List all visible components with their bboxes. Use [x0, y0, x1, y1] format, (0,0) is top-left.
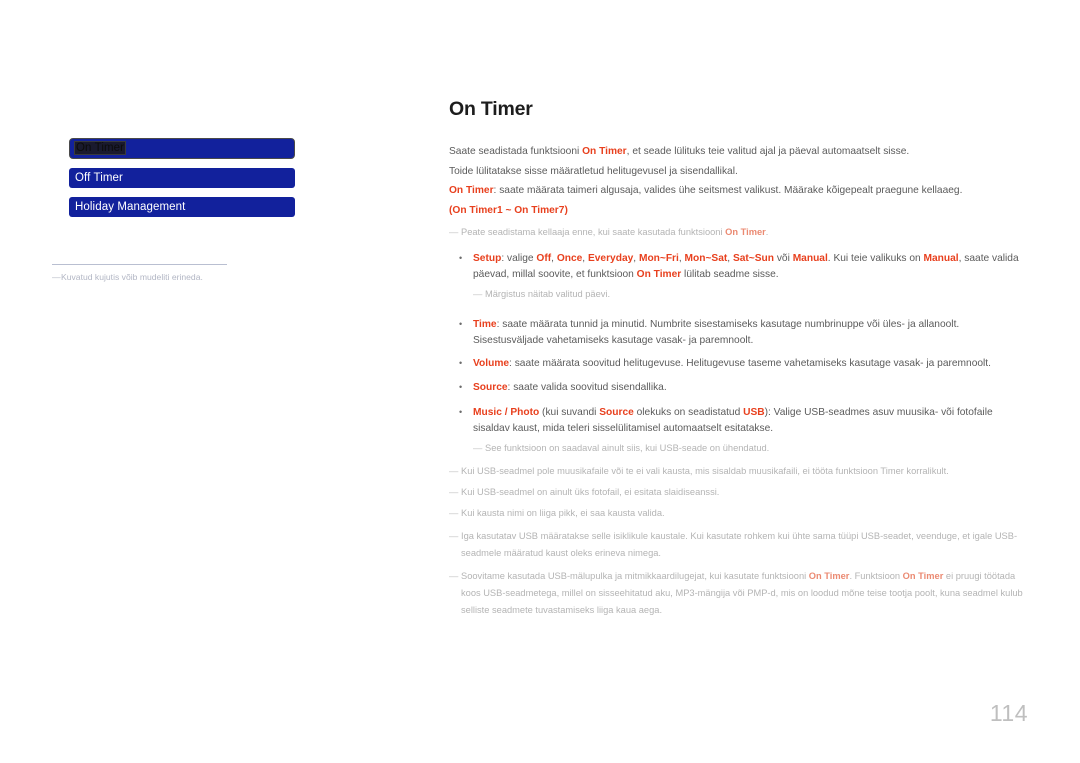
- sidebar-item-label: Off Timer: [75, 172, 123, 184]
- sidebar-note-text: Kuvatud kujutis võib mudeliti erineda.: [61, 272, 203, 282]
- seg: : saate määrata soovitud helitugevuse. H…: [509, 358, 991, 369]
- range-separator: ~: [502, 204, 515, 216]
- note-no-music-files: ― Kui USB-seadmel pole muusikafaile või t…: [449, 463, 1027, 480]
- range-to: On Timer7: [514, 204, 565, 216]
- note-text-b: .: [765, 227, 769, 237]
- option-value-once: Once: [556, 253, 583, 264]
- bullet-source: • Source: saate valida soovitud sisendal…: [449, 380, 1027, 396]
- bullet-dot-icon: •: [459, 381, 463, 392]
- option-label-setup: Setup: [473, 253, 502, 264]
- manual-page: On Timer Off Timer Holiday Management ―K…: [0, 0, 1080, 763]
- intro-text-a: Saate seadistada funktsiooni: [449, 146, 583, 157]
- sidebar-menu: On Timer Off Timer Holiday Management: [69, 138, 295, 226]
- seg: : saate määrata tunnid ja minutid. Numbr…: [473, 319, 960, 346]
- sidebar-item-label: On Timer: [73, 141, 127, 155]
- long-dash-icon: ―: [449, 531, 459, 541]
- sidebar-item-label: Holiday Management: [75, 201, 186, 213]
- note-recommended-usb: ― Soovitame kasutada USB-mälupulka ja mit…: [449, 568, 1027, 619]
- option-value-sat-sun: Sat~Sun: [732, 253, 774, 264]
- long-dash-icon: ―: [449, 227, 459, 237]
- option-value-usb: USB: [743, 407, 765, 418]
- keyword-on-timer: On Timer: [725, 227, 766, 237]
- note-set-clock-first: ― Peate seadistama kellaaja enne, kui saa…: [449, 224, 1027, 241]
- long-dash-icon: ―: [449, 487, 459, 497]
- note-text-b: . Funktsioon: [849, 571, 903, 581]
- option-label-source: Source: [473, 381, 508, 393]
- option-value-manual: Manual: [792, 253, 828, 264]
- main-content: On Timer Saate seadistada funktsiooni On…: [449, 98, 1027, 619]
- page-title: On Timer: [449, 98, 533, 120]
- long-dash-icon: ―: [449, 466, 459, 476]
- sidebar-item-holiday-management[interactable]: Holiday Management: [69, 197, 295, 217]
- bullet-time: • Time: saate määrata tunnid ja minutid.…: [449, 317, 1027, 348]
- note-text: Kui kausta nimi on liiga pikk, ei saa ka…: [461, 508, 665, 518]
- option-value-mon-fri: Mon~Fri: [638, 253, 679, 264]
- note-text: Kui USB-seadmel pole muusikafaile või te…: [461, 466, 949, 476]
- seg: või: [774, 253, 793, 264]
- option-value-mon-sat: Mon~Sat: [684, 253, 728, 264]
- sidebar-note-block: ―Kuvatud kujutis võib mudeliti erineda.: [52, 264, 292, 283]
- option-label-source: Source: [599, 407, 634, 418]
- on-timer-range: (On Timer1 ~ On Timer7): [449, 201, 1027, 221]
- note-single-photo: ― Kui USB-seadmel on ainult üks fotofail,…: [449, 484, 1027, 501]
- bullet-volume: • Volume: saate määrata soovitud helitug…: [449, 356, 1027, 372]
- bullet-dot-icon: •: [459, 407, 463, 417]
- sidebar-item-off-timer[interactable]: Off Timer: [69, 168, 295, 188]
- keyword-on-timer: On Timer: [636, 268, 682, 280]
- option-value-everyday: Everyday: [587, 253, 634, 264]
- note-usb-own-folder: ― Iga kasutatav USB määratakse selle isik…: [449, 528, 1027, 562]
- seg: (kui suvandi: [539, 407, 600, 418]
- long-dash-icon: ―: [449, 508, 459, 518]
- long-dash-icon: ―: [52, 272, 61, 282]
- note-text: Kui USB-seadmel on ainult üks fotofail, …: [461, 487, 720, 497]
- option-value-off: Off: [536, 253, 552, 264]
- intro-text-b: , et seade lülituks teie valitud ajal ja…: [626, 146, 910, 157]
- note-text: Iga kasutatav USB määratakse selle isikl…: [461, 531, 1018, 558]
- bullet-dot-icon: •: [459, 358, 463, 368]
- note-long-folder-name: ― Kui kausta nimi on liiga pikk, ei saa k…: [449, 505, 1027, 522]
- keyword-on-timer: On Timer: [582, 146, 627, 157]
- note-text-a: Soovitame kasutada USB-mälupulka ja mitm…: [461, 571, 809, 581]
- seg: olekuks on seadistatud: [633, 407, 744, 418]
- bullet-dot-icon: •: [459, 319, 463, 329]
- bullet-dot-icon: •: [459, 253, 463, 263]
- seg: lülitab seadme sisse.: [681, 268, 779, 280]
- keyword-on-timer: On Timer: [902, 571, 944, 581]
- seg: : valige: [501, 253, 537, 264]
- seg: . Kui teie valikuks on: [827, 253, 924, 264]
- bullet-setup: • Setup: valige Off, Once, Everyday, Mon…: [449, 251, 1027, 282]
- intro-paragraph-1: Saate seadistada funktsiooni On Timer, e…: [449, 142, 1027, 162]
- intro-paragraph-2: Toide lülitatakse sisse määratletud heli…: [449, 165, 738, 177]
- page-number: 114: [989, 700, 1028, 726]
- divider: [52, 264, 227, 265]
- range-from: On Timer1: [452, 204, 503, 216]
- note-text: Märgistus näitab valitud päevi.: [485, 289, 611, 299]
- keyword-on-timer: On Timer: [808, 571, 850, 581]
- note-setup-marking: ― Märgistus näitab valitud päevi.: [473, 286, 1027, 303]
- keyword-on-timer: On Timer: [449, 185, 494, 196]
- option-label-time: Time: [473, 319, 497, 330]
- bullet-music-photo: • Music / Photo (kui suvandi Source olek…: [449, 405, 1027, 436]
- note-text: See funktsioon on saadaval ainult siis, …: [485, 443, 770, 453]
- option-label-music-photo: Music / Photo: [473, 407, 540, 418]
- note-usb-required: ― See funktsioon on saadaval ainult siis,…: [473, 440, 1027, 457]
- long-dash-icon: ―: [473, 443, 483, 453]
- long-dash-icon: ―: [473, 289, 483, 299]
- option-label-volume: Volume: [473, 358, 510, 369]
- note-text-a: Peate seadistama kellaaja enne, kui saat…: [461, 227, 726, 237]
- on-timer-description: On Timer: saate määrata taimeri algusaja…: [449, 181, 1027, 201]
- option-value-manual: Manual: [923, 253, 959, 264]
- paren-close: ): [564, 204, 568, 216]
- seg: : saate valida soovitud sisendallika.: [507, 381, 667, 393]
- long-dash-icon: ―: [449, 571, 459, 581]
- on-timer-description-text: : saate määrata taimeri algusaja, valide…: [493, 185, 963, 196]
- sidebar-note: ―Kuvatud kujutis võib mudeliti erineda.: [52, 271, 292, 283]
- sidebar-item-on-timer[interactable]: On Timer: [69, 138, 295, 159]
